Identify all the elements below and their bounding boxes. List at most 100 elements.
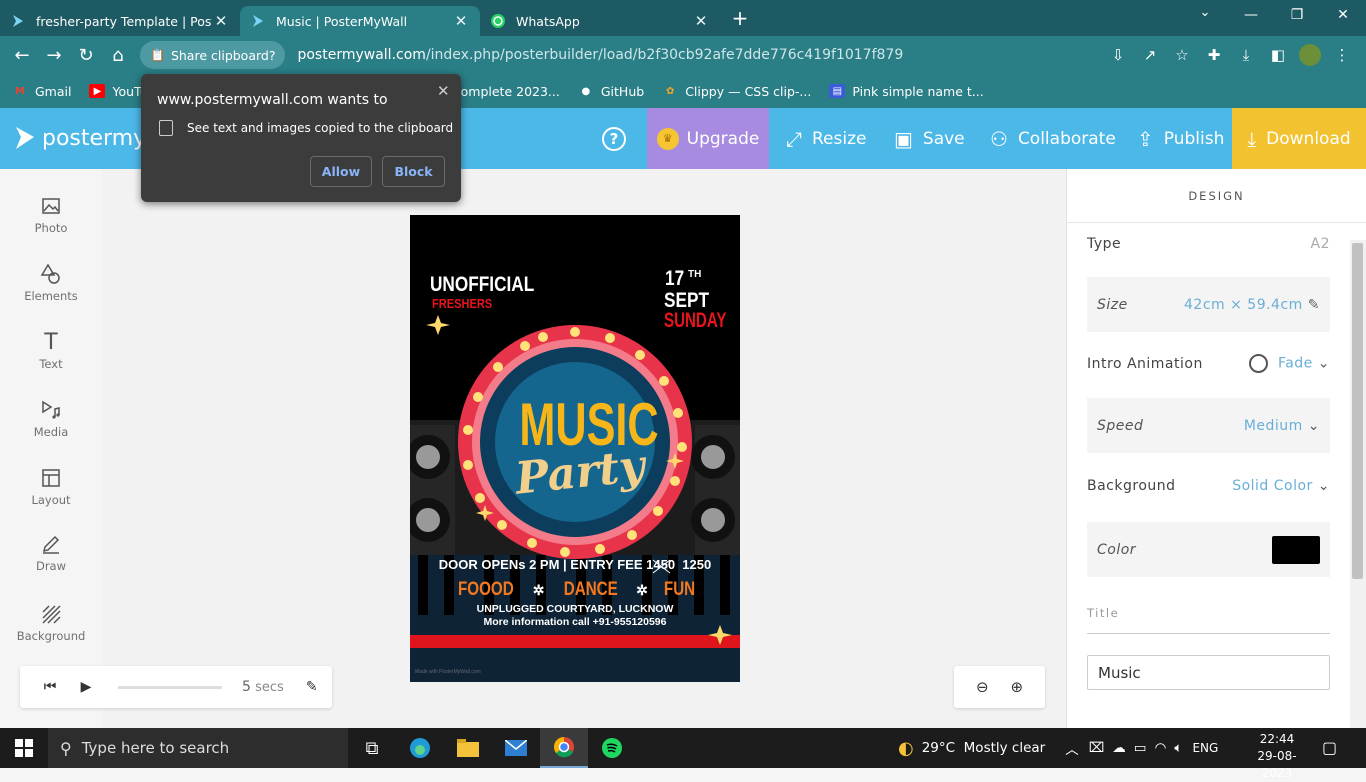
language-indicator[interactable]: ENG bbox=[1192, 741, 1218, 755]
sidebar-item-layout[interactable]: Layout bbox=[0, 463, 102, 523]
block-button[interactable]: Block bbox=[382, 156, 445, 187]
chevron-down-icon[interactable]: ⌄ bbox=[1192, 5, 1218, 25]
task-view-icon[interactable]: ⧉ bbox=[348, 728, 396, 768]
window-close-button[interactable]: ✕ bbox=[1320, 0, 1366, 30]
volume-icon[interactable]: 🔈︎ bbox=[1174, 740, 1182, 756]
close-icon[interactable]: ✕ bbox=[212, 12, 230, 30]
poster-dance[interactable]: DANCE bbox=[563, 579, 617, 601]
scrollbar-thumb[interactable] bbox=[1352, 243, 1363, 579]
gmail-icon: M bbox=[15, 85, 25, 97]
back-button[interactable]: ← bbox=[6, 39, 38, 71]
download-button[interactable]: ⤓ Download bbox=[1232, 108, 1366, 169]
file-explorer-icon[interactable] bbox=[444, 728, 492, 768]
timeline-track[interactable] bbox=[118, 685, 222, 689]
chevron-up-icon[interactable]: ︿ bbox=[1065, 738, 1079, 758]
allow-button[interactable]: Allow bbox=[310, 156, 372, 187]
sidebar-item-text[interactable]: T Text bbox=[0, 327, 102, 387]
bookmark-gmail[interactable]: M Gmail bbox=[12, 84, 71, 99]
title-input[interactable]: Music bbox=[1087, 655, 1330, 690]
sidebar-item-elements[interactable]: Elements bbox=[0, 259, 102, 319]
install-icon[interactable]: ⇩ bbox=[1102, 39, 1134, 71]
avatar[interactable] bbox=[1294, 39, 1326, 71]
speed-box[interactable]: Speed Medium ⌄ bbox=[1087, 398, 1330, 453]
taskbar-clock[interactable]: 22:44 29-08-2023 bbox=[1246, 731, 1308, 782]
restore-button[interactable]: ❐ bbox=[1274, 0, 1320, 30]
poster-food[interactable]: FOOOD bbox=[458, 579, 514, 601]
publish-button[interactable]: ⇪ Publish bbox=[1137, 108, 1224, 169]
url-field[interactable]: postermywall.com/index.php/posterbuilder… bbox=[297, 47, 1102, 63]
bookmark-github[interactable]: ● GitHub bbox=[578, 84, 644, 99]
battery-icon[interactable]: ▭ bbox=[1134, 740, 1147, 756]
spotify-icon[interactable] bbox=[588, 728, 636, 768]
close-icon[interactable]: ✕ bbox=[437, 82, 450, 100]
sidebar-item-media[interactable]: Media bbox=[0, 395, 102, 455]
background-select[interactable]: Solid Color ⌄ bbox=[1232, 478, 1330, 494]
notifications-icon[interactable]: ▢ bbox=[1322, 738, 1337, 757]
home-button[interactable]: ⌂ bbox=[102, 39, 134, 71]
close-icon[interactable]: ✕ bbox=[452, 12, 470, 30]
color-swatch[interactable] bbox=[1272, 535, 1320, 564]
design-panel: DESIGN Type A2 Size 42cm × 59.4cm ✎ Intr… bbox=[1066, 169, 1366, 728]
new-tab-button[interactable]: + bbox=[726, 4, 754, 32]
popup-title: www.postermywall.com wants to bbox=[157, 92, 388, 108]
sidepanel-icon[interactable]: ◧ bbox=[1262, 39, 1294, 71]
poster-canvas[interactable]: UNOFFICIAL FRESHERS 17 TH SEPT SUNDAY MU… bbox=[410, 215, 740, 682]
star-icon[interactable]: ☆ bbox=[1166, 39, 1198, 71]
upgrade-button[interactable]: ♛ Upgrade bbox=[647, 108, 769, 169]
edge-icon[interactable] bbox=[396, 728, 444, 768]
poster-fun[interactable]: FUN bbox=[664, 579, 695, 601]
pencil-icon[interactable]: ✎ bbox=[1308, 297, 1320, 313]
share-icon[interactable]: ↗ bbox=[1134, 39, 1166, 71]
sidebar-item-draw[interactable]: Draw bbox=[0, 529, 102, 589]
bookmark-youtube[interactable]: ▶ YouTu bbox=[89, 84, 148, 99]
toggle-icon[interactable] bbox=[1248, 354, 1268, 373]
chrome-icon[interactable] bbox=[540, 728, 588, 768]
poster-info[interactable]: DOOR OPENs 2 PM | ENTRY FEE 1450 1250 bbox=[410, 557, 740, 572]
intro-animation-select[interactable]: Fade ⌄ bbox=[1248, 354, 1330, 373]
poster-weekday[interactable]: SUNDAY bbox=[664, 309, 726, 333]
poster-venue[interactable]: UNPLUGGED COURTYARD, LUCKNOW bbox=[410, 603, 740, 615]
wifi-icon[interactable]: ◠ bbox=[1155, 740, 1167, 756]
poster-th[interactable]: TH bbox=[688, 269, 701, 280]
save-button[interactable]: ▣ Save bbox=[894, 108, 965, 169]
zoom-in-icon[interactable]: ⊕ bbox=[1010, 678, 1023, 696]
skip-back-button[interactable]: ⏮ bbox=[32, 669, 68, 705]
bookmark-pink-simple[interactable]: ▤ Pink simple name t... bbox=[829, 84, 984, 99]
edit-duration-button[interactable]: ✎ bbox=[294, 669, 330, 705]
windows-start-button[interactable] bbox=[0, 728, 48, 768]
sidebar-item-photo[interactable]: Photo bbox=[0, 191, 102, 251]
downloads-icon[interactable]: ⤓ bbox=[1230, 39, 1262, 71]
resize-button[interactable]: ⤢ Resize bbox=[786, 108, 866, 169]
menu-icon[interactable]: ⋮ bbox=[1326, 39, 1358, 71]
mail-icon[interactable] bbox=[492, 728, 540, 768]
sidebar-item-background[interactable]: Background bbox=[0, 599, 102, 659]
tab-fresher-party[interactable]: fresher-party Template | PosterMy ✕ bbox=[0, 6, 240, 36]
poster-unofficial[interactable]: UNOFFICIAL bbox=[430, 273, 534, 297]
weather-text[interactable]: 29°C Mostly clear bbox=[922, 740, 1046, 756]
resize-label: Resize bbox=[812, 128, 867, 149]
taskbar-search[interactable]: ⚲ Type here to search bbox=[48, 728, 348, 768]
help-button[interactable]: ? bbox=[602, 127, 626, 151]
zoom-out-icon[interactable]: ⊖ bbox=[976, 678, 989, 696]
weather-icon: ◐ bbox=[898, 737, 914, 759]
minimize-button[interactable]: — bbox=[1228, 0, 1274, 30]
play-button[interactable]: ▶ bbox=[68, 669, 104, 705]
onedrive-icon[interactable]: ☁ bbox=[1112, 740, 1126, 756]
type-row: Type A2 bbox=[1087, 236, 1330, 252]
bookmark-clippy[interactable]: ✿ Clippy — CSS clip-... bbox=[662, 84, 811, 99]
tab-whatsapp[interactable]: WhatsApp ✕ bbox=[480, 6, 720, 36]
extensions-icon[interactable]: ✚ bbox=[1198, 39, 1230, 71]
size-box[interactable]: Size 42cm × 59.4cm ✎ bbox=[1087, 277, 1330, 332]
type-value: A2 bbox=[1310, 236, 1330, 252]
forward-button[interactable]: → bbox=[38, 39, 70, 71]
poster-contact[interactable]: More information call +91-955120596 bbox=[410, 616, 740, 628]
collaborate-button[interactable]: ⚇ Collaborate bbox=[990, 108, 1116, 169]
poster-freshers[interactable]: FRESHERS bbox=[432, 296, 492, 311]
close-icon[interactable]: ✕ bbox=[692, 12, 710, 30]
meet-now-icon[interactable]: ⌧ bbox=[1089, 740, 1105, 756]
background-row: Background Solid Color ⌄ bbox=[1087, 478, 1330, 494]
poster-day[interactable]: 17 bbox=[665, 267, 684, 291]
reload-button[interactable]: ↻ bbox=[70, 39, 102, 71]
share-clipboard-chip[interactable]: 📋 Share clipboard? bbox=[140, 41, 286, 69]
tab-music[interactable]: Music | PosterMyWall ✕ bbox=[240, 6, 480, 36]
